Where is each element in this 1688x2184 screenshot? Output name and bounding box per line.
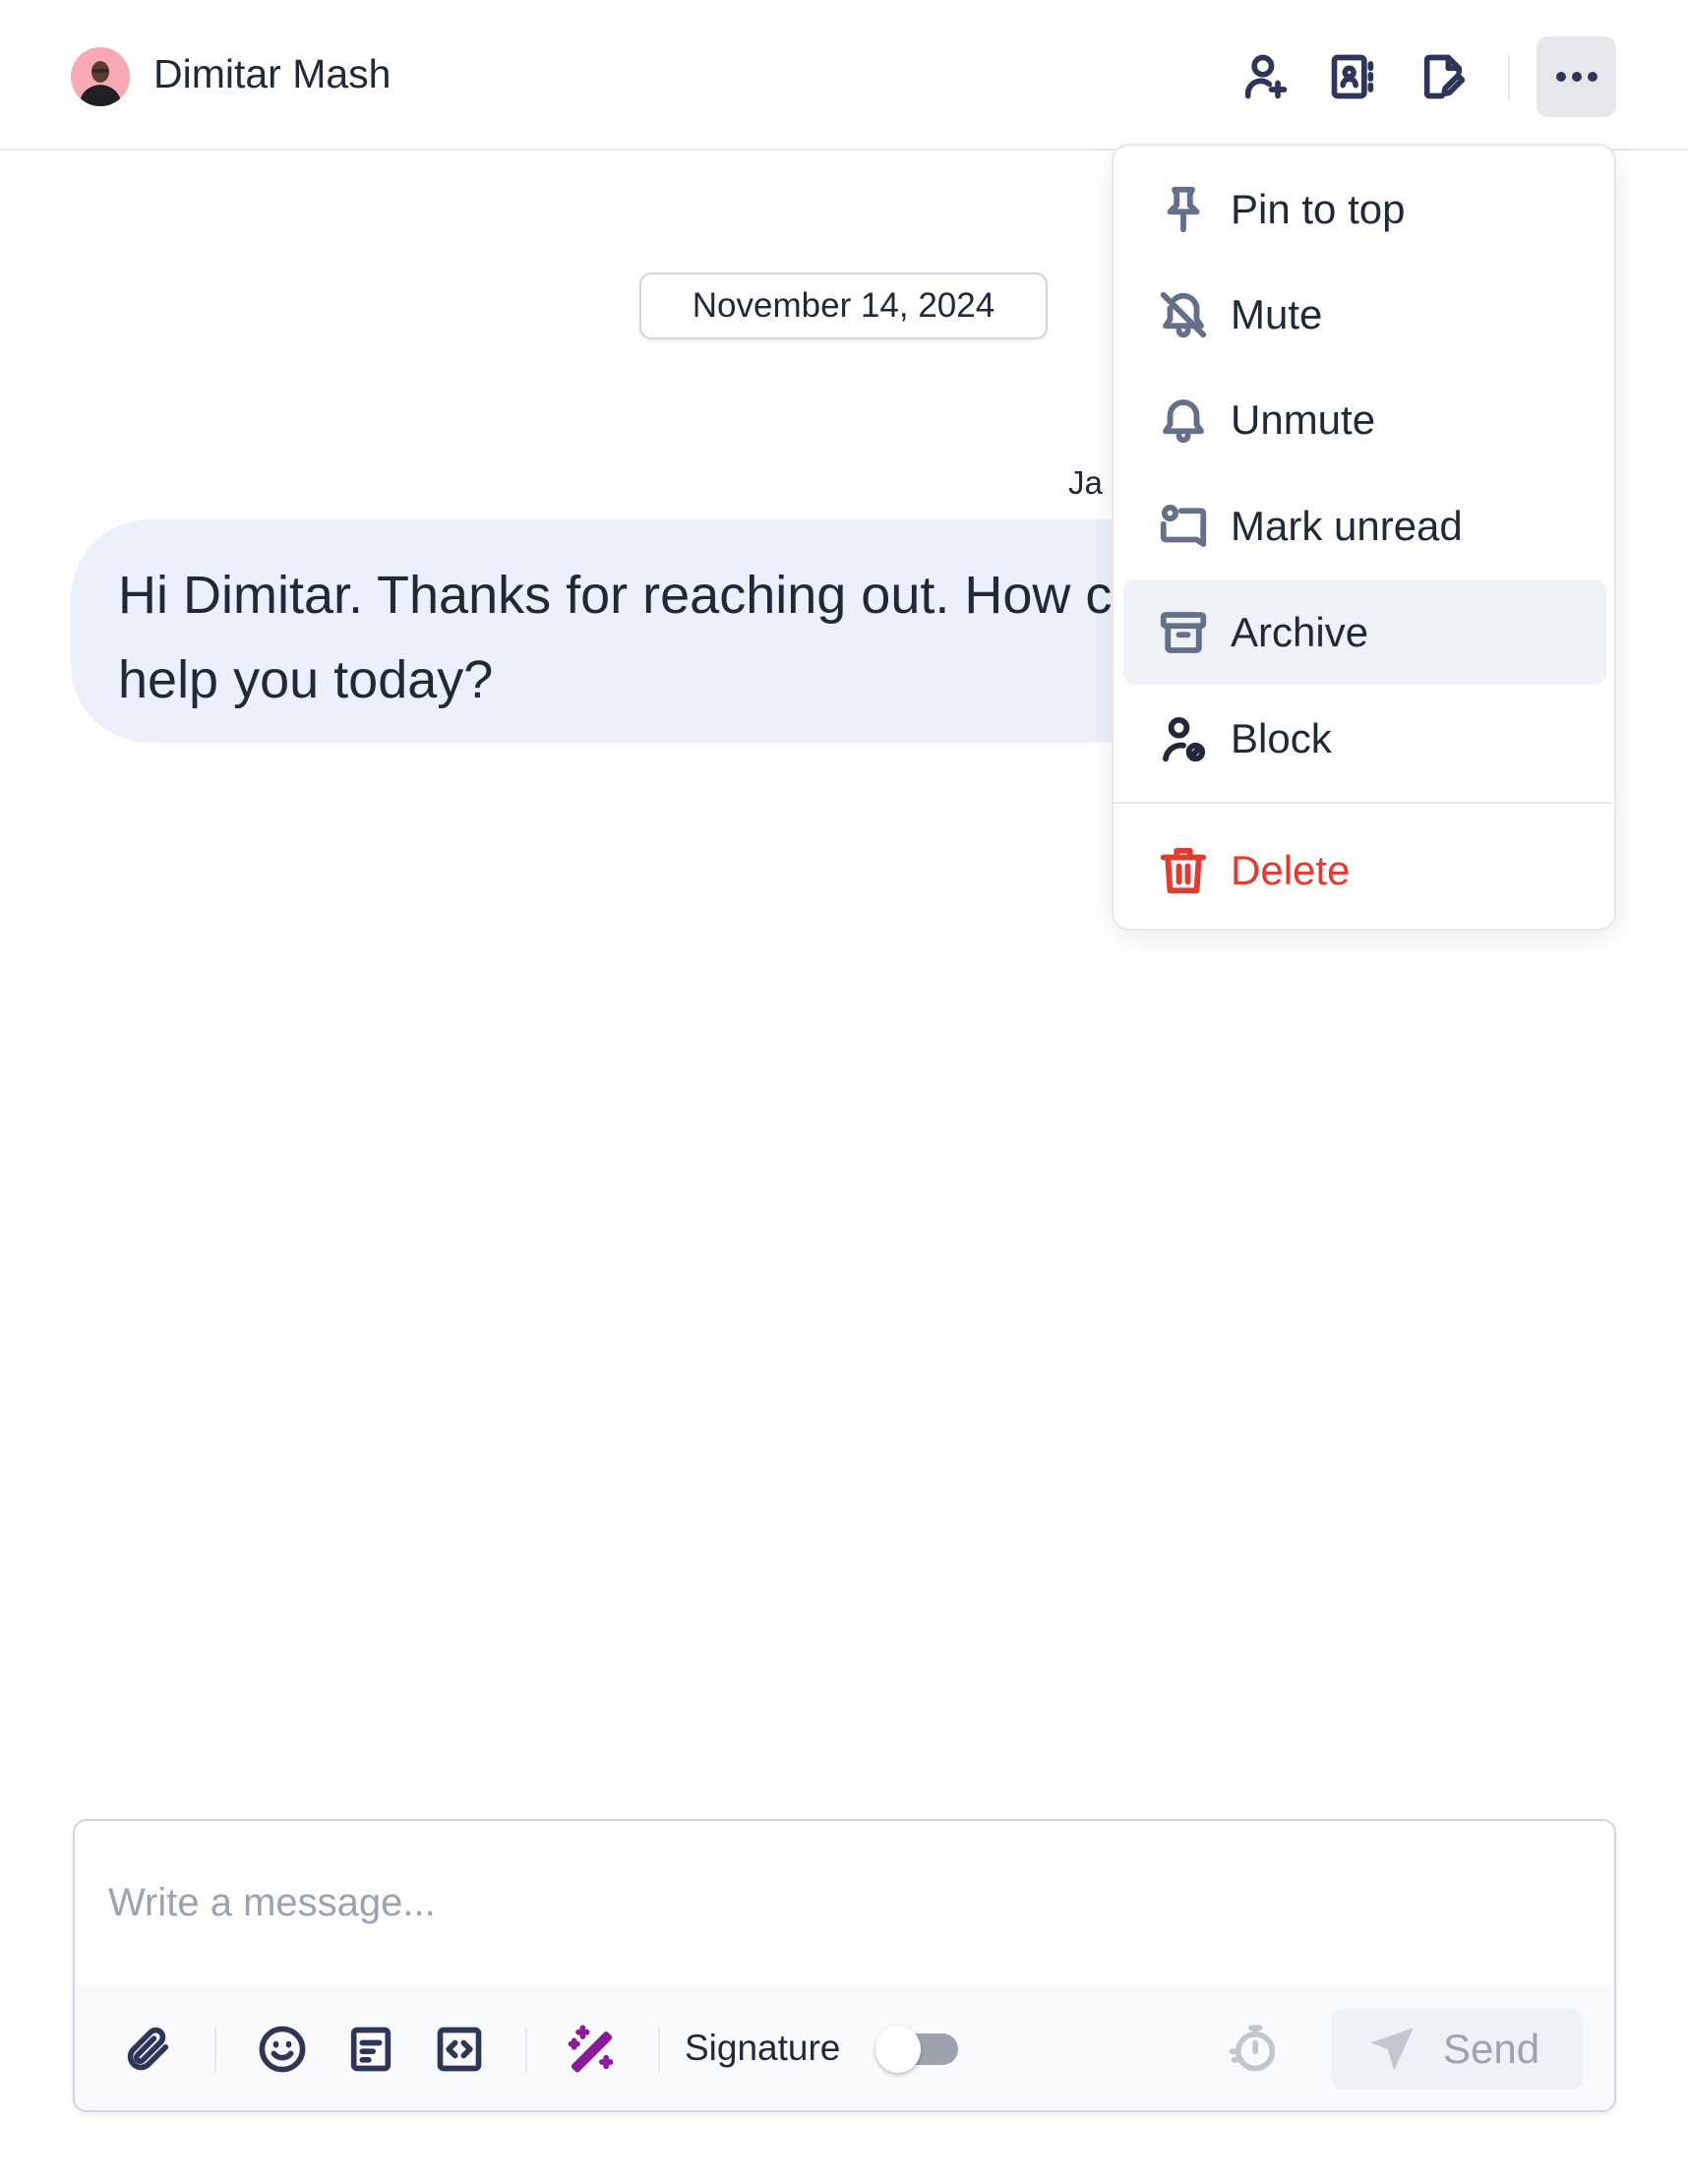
contact-name[interactable]: Dimitar Mash — [153, 51, 391, 97]
emoji-icon — [259, 2026, 306, 2073]
composer-toolbar: Signature Send — [75, 1984, 1614, 2110]
attach-button[interactable] — [123, 2024, 174, 2075]
message-composer: Signature Send — [73, 1819, 1616, 2112]
contact-card-icon — [1331, 54, 1374, 99]
archive-icon — [1160, 611, 1207, 653]
menu-item-mark-unread[interactable]: Mark unread — [1123, 473, 1606, 578]
menu-item-archive[interactable]: Archive — [1123, 579, 1606, 685]
more-horizontal-icon — [1555, 72, 1566, 82]
send-button[interactable]: Send — [1331, 2009, 1583, 2090]
code-snippet-button[interactable] — [434, 2024, 485, 2075]
menu-item-unmute[interactable]: Unmute — [1123, 367, 1606, 472]
trash-icon — [1160, 847, 1207, 893]
menu-item-block[interactable]: Block — [1123, 686, 1606, 791]
toolbar-divider — [658, 2028, 660, 2073]
menu-item-delete[interactable]: Delete — [1123, 818, 1606, 923]
sender-name: Ja — [1068, 464, 1103, 501]
ai-assist-button[interactable] — [566, 2024, 617, 2075]
menu-item-mute[interactable]: Mute — [1123, 262, 1606, 367]
timer-icon — [1229, 2025, 1276, 2072]
more-options-button[interactable] — [1537, 36, 1616, 117]
schedule-button[interactable] — [1228, 2024, 1279, 2075]
pin-icon — [1167, 186, 1200, 232]
signature-toggle[interactable] — [875, 2026, 960, 2073]
user-block-icon — [1163, 716, 1206, 761]
header-divider — [1508, 54, 1510, 99]
date-separator: November 14, 2024 — [639, 273, 1048, 339]
add-user-button[interactable] — [1237, 49, 1293, 104]
avatar[interactable] — [71, 47, 130, 106]
contact-card-button[interactable] — [1326, 49, 1381, 104]
emoji-button[interactable] — [257, 2024, 308, 2075]
message-input[interactable] — [75, 1821, 1614, 1984]
document-text-icon — [350, 2027, 392, 2072]
send-icon — [1370, 2028, 1414, 2071]
signature-label: Signature — [685, 2028, 841, 2068]
bell-icon — [1163, 398, 1204, 443]
edit-note-button[interactable] — [1417, 49, 1472, 104]
magic-wand-icon — [568, 2025, 614, 2073]
code-icon — [437, 2027, 482, 2072]
menu-divider — [1114, 802, 1614, 804]
message-line: help you today? — [118, 650, 494, 709]
bell-off-icon — [1160, 291, 1207, 337]
message-unread-icon — [1160, 504, 1207, 547]
user-plus-icon — [1244, 54, 1288, 99]
toolbar-divider — [214, 2028, 216, 2073]
conversation-options-menu: Pin to top Mute Unmute Mark unread Archi… — [1112, 144, 1616, 931]
message-line: Hi Dimitar. Thanks for reaching out. How… — [118, 566, 1201, 625]
paperclip-icon — [127, 2027, 169, 2071]
message-bubble: Hi Dimitar. Thanks for reaching out. How… — [71, 519, 1251, 743]
toolbar-divider — [525, 2028, 527, 2073]
template-button[interactable] — [345, 2024, 396, 2075]
menu-item-pin-to-top[interactable]: Pin to top — [1123, 156, 1606, 262]
edit-note-icon — [1423, 54, 1466, 99]
